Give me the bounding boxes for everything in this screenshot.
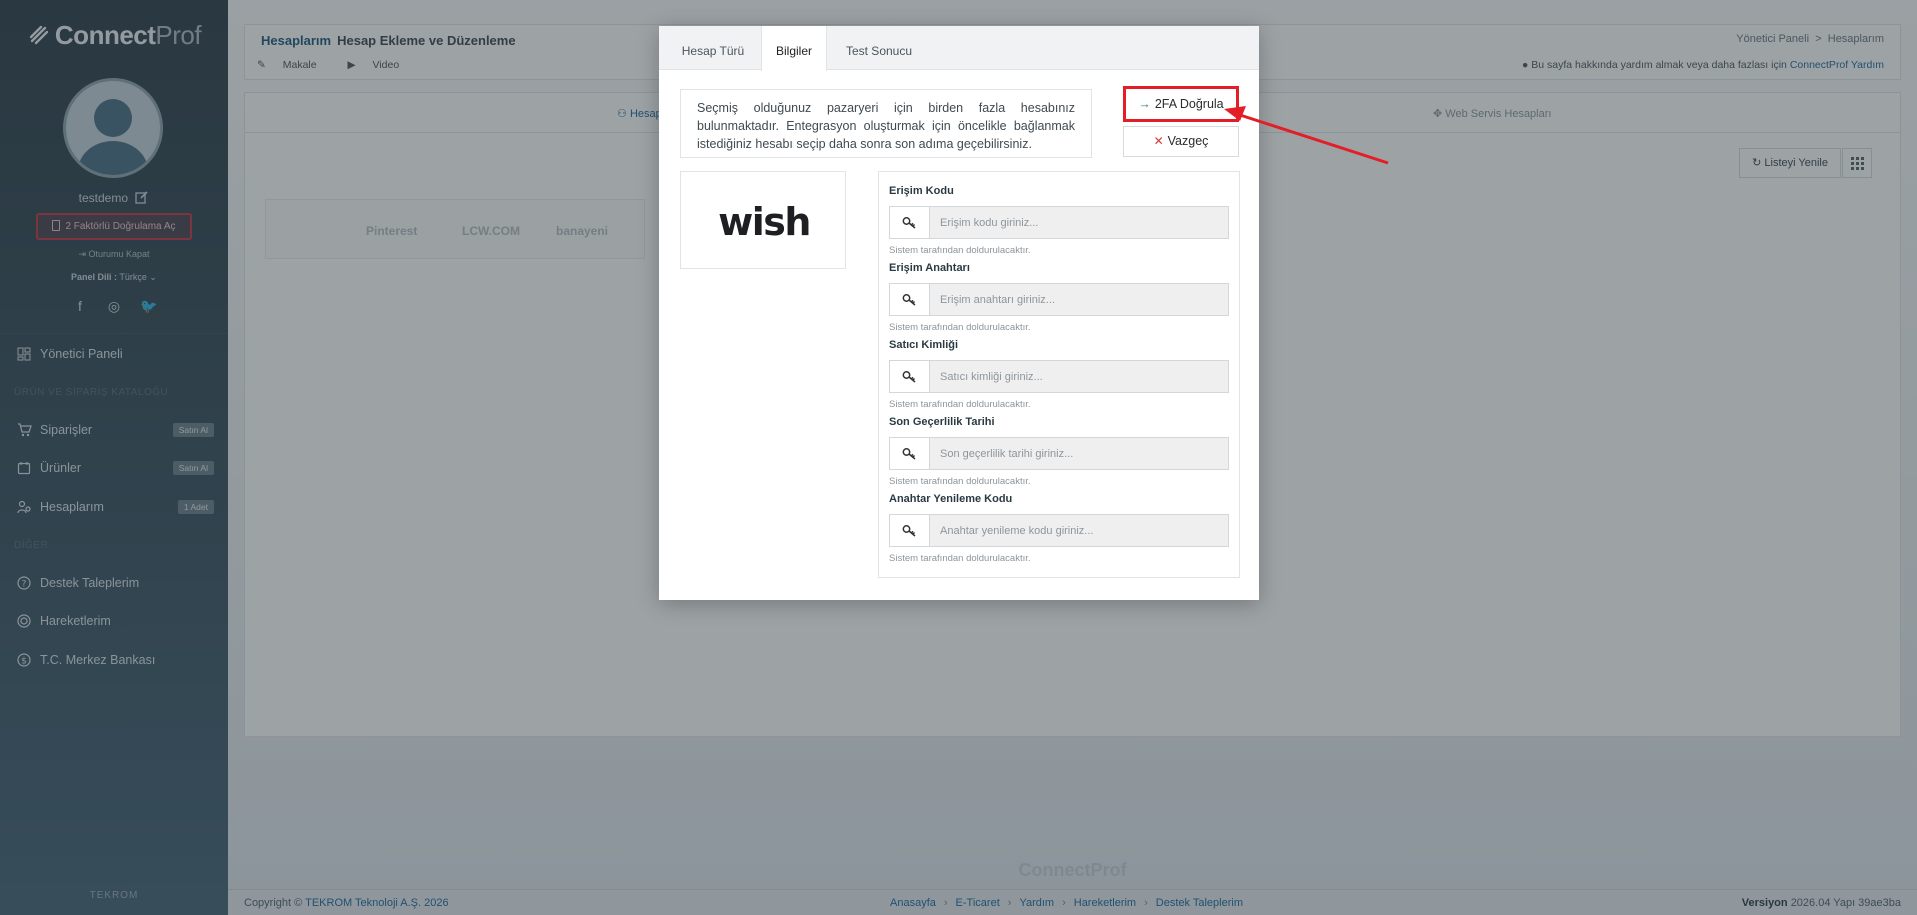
- input-group: [889, 206, 1229, 239]
- field-label: Erişim Anahtarı: [889, 262, 970, 274]
- input-group: [889, 283, 1229, 316]
- input-group: [889, 514, 1229, 547]
- cancel-label: Vazgeç: [1167, 134, 1209, 148]
- field-label: Satıcı Kimliği: [889, 339, 959, 351]
- seller-id-input[interactable]: [929, 361, 1228, 392]
- field-refresh-code: Anahtar Yenileme Kodu Sistem tarafından …: [889, 493, 1229, 564]
- info-message: Seçmiş olduğunuz pazaryeri için birden f…: [680, 89, 1092, 158]
- key-icon: [890, 361, 929, 392]
- field-hint: Sistem tarafından doldurulacaktır.: [889, 245, 1031, 256]
- access-key-input[interactable]: [929, 284, 1228, 315]
- arrow-right-icon: →: [1138, 97, 1151, 111]
- marketplace-logo-box: wish: [680, 171, 846, 269]
- verify-2fa-button[interactable]: → 2FA Doğrula: [1123, 86, 1239, 122]
- field-hint: Sistem tarafından doldurulacaktır.: [889, 322, 1031, 333]
- field-access-code: Erişim Kodu Sistem tarafından doldurulac…: [889, 185, 1229, 256]
- cancel-button[interactable]: ✕ Vazgeç: [1123, 126, 1239, 157]
- field-hint: Sistem tarafından doldurulacaktır.: [889, 553, 1031, 564]
- field-label: Anahtar Yenileme Kodu: [889, 493, 1013, 505]
- access-code-input[interactable]: [929, 207, 1228, 238]
- modal-tabs: Hesap Türü Bilgiler Test Sonucu: [659, 26, 1259, 71]
- field-hint: Sistem tarafından doldurulacaktır.: [889, 476, 1031, 487]
- field-label: Son Geçerlilik Tarihi: [889, 416, 995, 428]
- wish-logo: wish: [718, 200, 811, 244]
- input-group: [889, 360, 1229, 393]
- tab-account-type[interactable]: Hesap Türü: [667, 26, 759, 70]
- close-icon: ✕: [1153, 134, 1164, 148]
- tab-info[interactable]: Bilgiler: [761, 26, 827, 71]
- key-icon: [890, 515, 929, 546]
- field-label: Erişim Kodu: [889, 185, 954, 197]
- field-seller-id: Satıcı Kimliği Sistem tarafından dolduru…: [889, 339, 1229, 410]
- account-modal: Hesap Türü Bilgiler Test Sonucu Seçmiş o…: [659, 26, 1259, 600]
- key-icon: [890, 438, 929, 469]
- refresh-code-input[interactable]: [929, 515, 1228, 546]
- expiry-date-input[interactable]: [929, 438, 1228, 469]
- verify-2fa-label: 2FA Doğrula: [1154, 97, 1224, 111]
- field-access-key: Erişim Anahtarı Sistem tarafından doldur…: [889, 262, 1229, 333]
- key-icon: [890, 284, 929, 315]
- field-expiry-date: Son Geçerlilik Tarihi Sistem tarafından …: [889, 416, 1229, 487]
- input-group: [889, 437, 1229, 470]
- tab-test-result[interactable]: Test Sonucu: [831, 26, 927, 70]
- field-hint: Sistem tarafından doldurulacaktır.: [889, 399, 1031, 410]
- credentials-form: Erişim Kodu Sistem tarafından doldurulac…: [878, 171, 1240, 578]
- key-icon: [890, 207, 929, 238]
